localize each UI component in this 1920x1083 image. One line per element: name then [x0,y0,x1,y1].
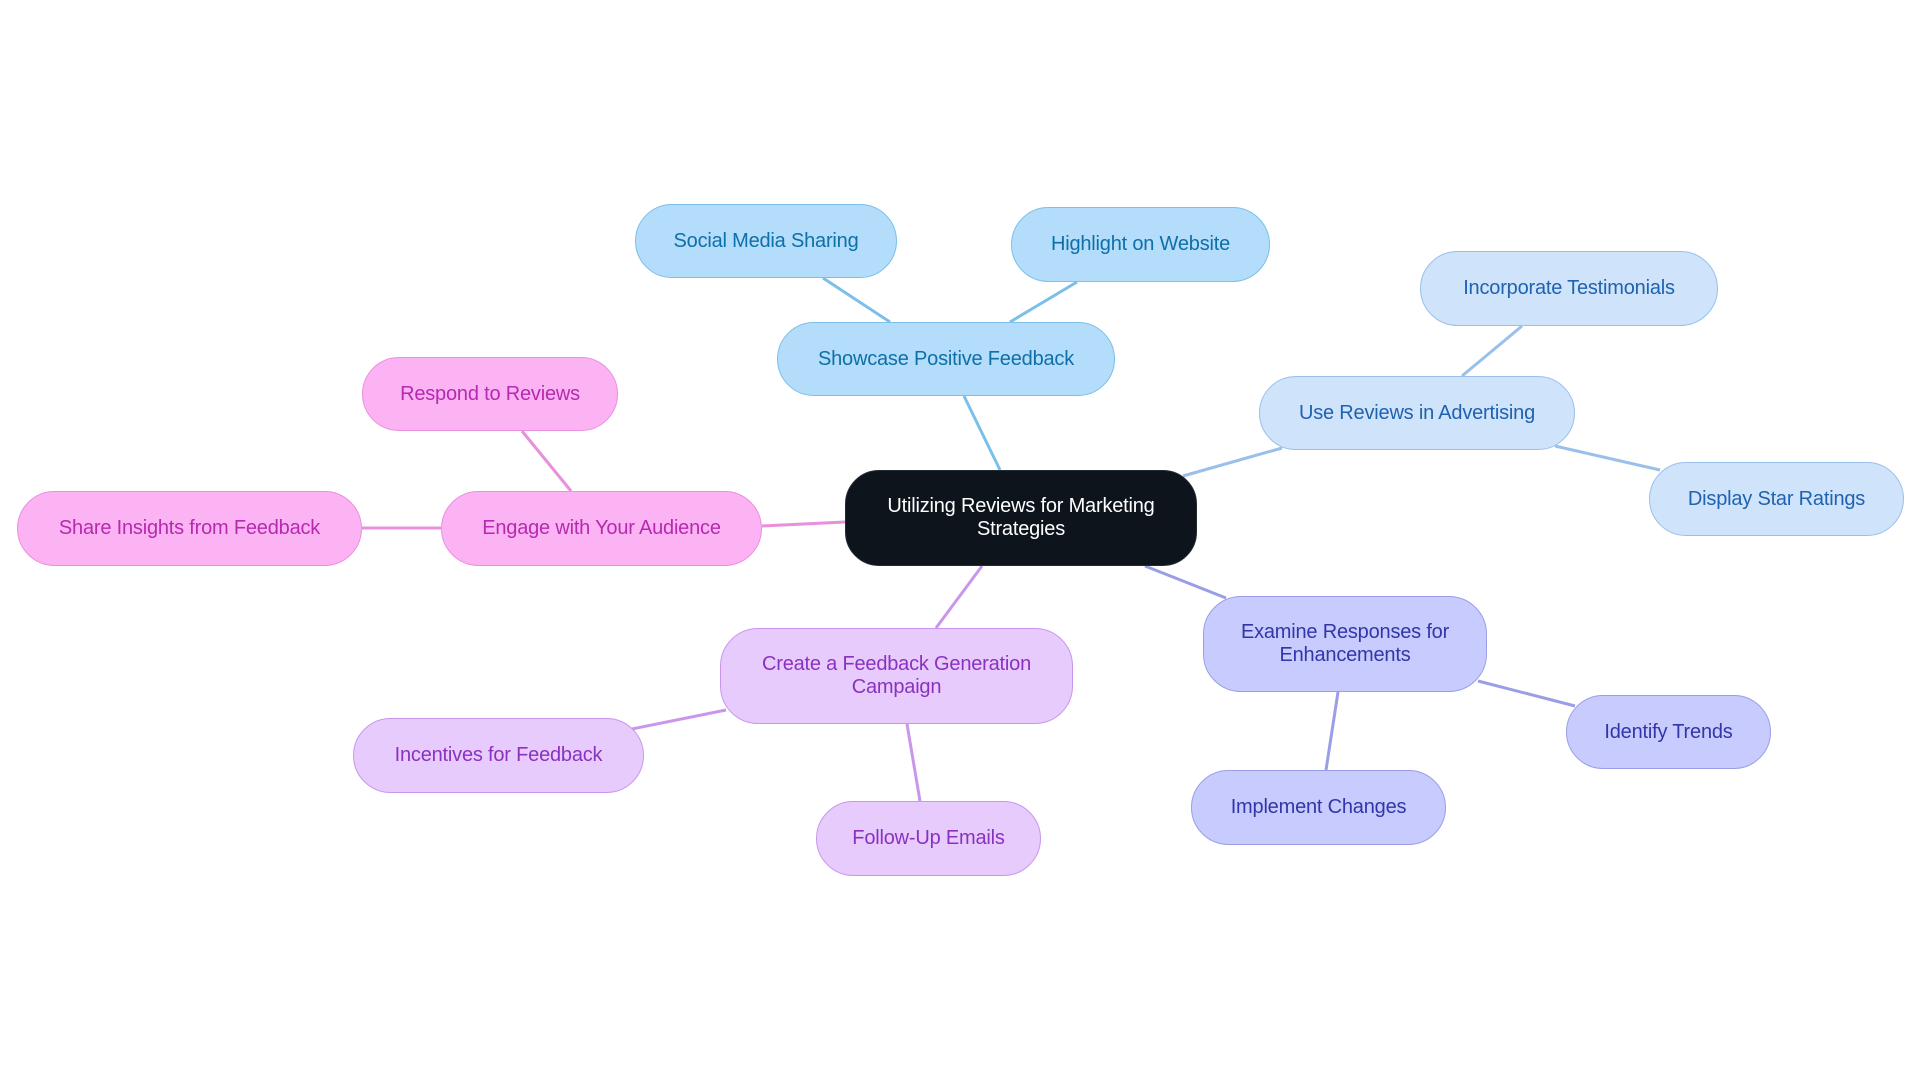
node-label: Highlight on Website [1050,233,1231,255]
node-label: Create a Feedback Generation Campaign [761,653,1031,698]
leaf-node-follow-up-emails[interactable]: Follow-Up Emails [816,801,1041,876]
node-label: Engage with Your Audience [482,517,721,539]
node-label: Incorporate Testimonials [1463,277,1675,299]
leaf-node-share-insights[interactable]: Share Insights from Feedback [17,491,362,566]
leaf-node-incorporate-testimonials[interactable]: Incorporate Testimonials [1420,251,1718,326]
leaf-node-social-media-sharing[interactable]: Social Media Sharing [635,204,897,278]
connector-stars [1554,444,1661,472]
leaf-node-highlight-on-website[interactable]: Highlight on Website [1011,207,1270,282]
branch-node-campaign[interactable]: Create a Feedback Generation Campaign [720,628,1073,724]
connector-social [822,276,891,324]
node-label: Respond to Reviews [400,382,580,405]
connector-showcase [962,395,1002,471]
connector-trends [1477,679,1576,708]
connector-advertising [1182,446,1283,478]
branch-node-engage[interactable]: Engage with Your Audience [441,491,762,566]
node-label: Use Reviews in Advertising [1298,401,1535,424]
node-label: Examine Responses for Enhancements [1240,621,1450,666]
connector-respond [520,430,573,492]
connector-implement [1324,691,1340,771]
connector-campaign [934,565,984,629]
node-label: Social Media Sharing [673,229,859,252]
node-label: Incentives for Feedback [394,744,603,766]
node-label: Showcase Positive Feedback [817,347,1075,370]
node-label: Follow-Up Emails [852,827,1005,849]
connector-incentives [631,708,727,731]
branch-node-showcase[interactable]: Showcase Positive Feedback [777,322,1115,396]
connector-engage [761,520,846,528]
branch-node-examine[interactable]: Examine Responses for Enhancements [1203,596,1487,692]
connector-highlight [1009,280,1078,324]
leaf-node-incentives-for-feedback[interactable]: Incentives for Feedback [353,718,644,793]
root-node-label: Utilizing Reviews for Marketing Strategi… [887,495,1155,540]
leaf-node-respond-to-reviews[interactable]: Respond to Reviews [362,357,618,431]
root-node[interactable]: Utilizing Reviews for Marketing Strategi… [845,470,1197,566]
branch-node-advertising[interactable]: Use Reviews in Advertising [1259,376,1575,450]
node-label: Display Star Ratings [1687,487,1866,510]
node-label: Implement Changes [1230,796,1407,818]
connector-examine [1144,564,1227,600]
node-label: Share Insights from Feedback [58,517,321,539]
leaf-node-identify-trends[interactable]: Identify Trends [1566,695,1771,769]
connector-followup [905,723,922,802]
connector-testimonials [1461,324,1523,378]
leaf-node-display-star-ratings[interactable]: Display Star Ratings [1649,462,1904,536]
node-label: Identify Trends [1604,720,1733,743]
leaf-node-implement-changes[interactable]: Implement Changes [1191,770,1446,845]
